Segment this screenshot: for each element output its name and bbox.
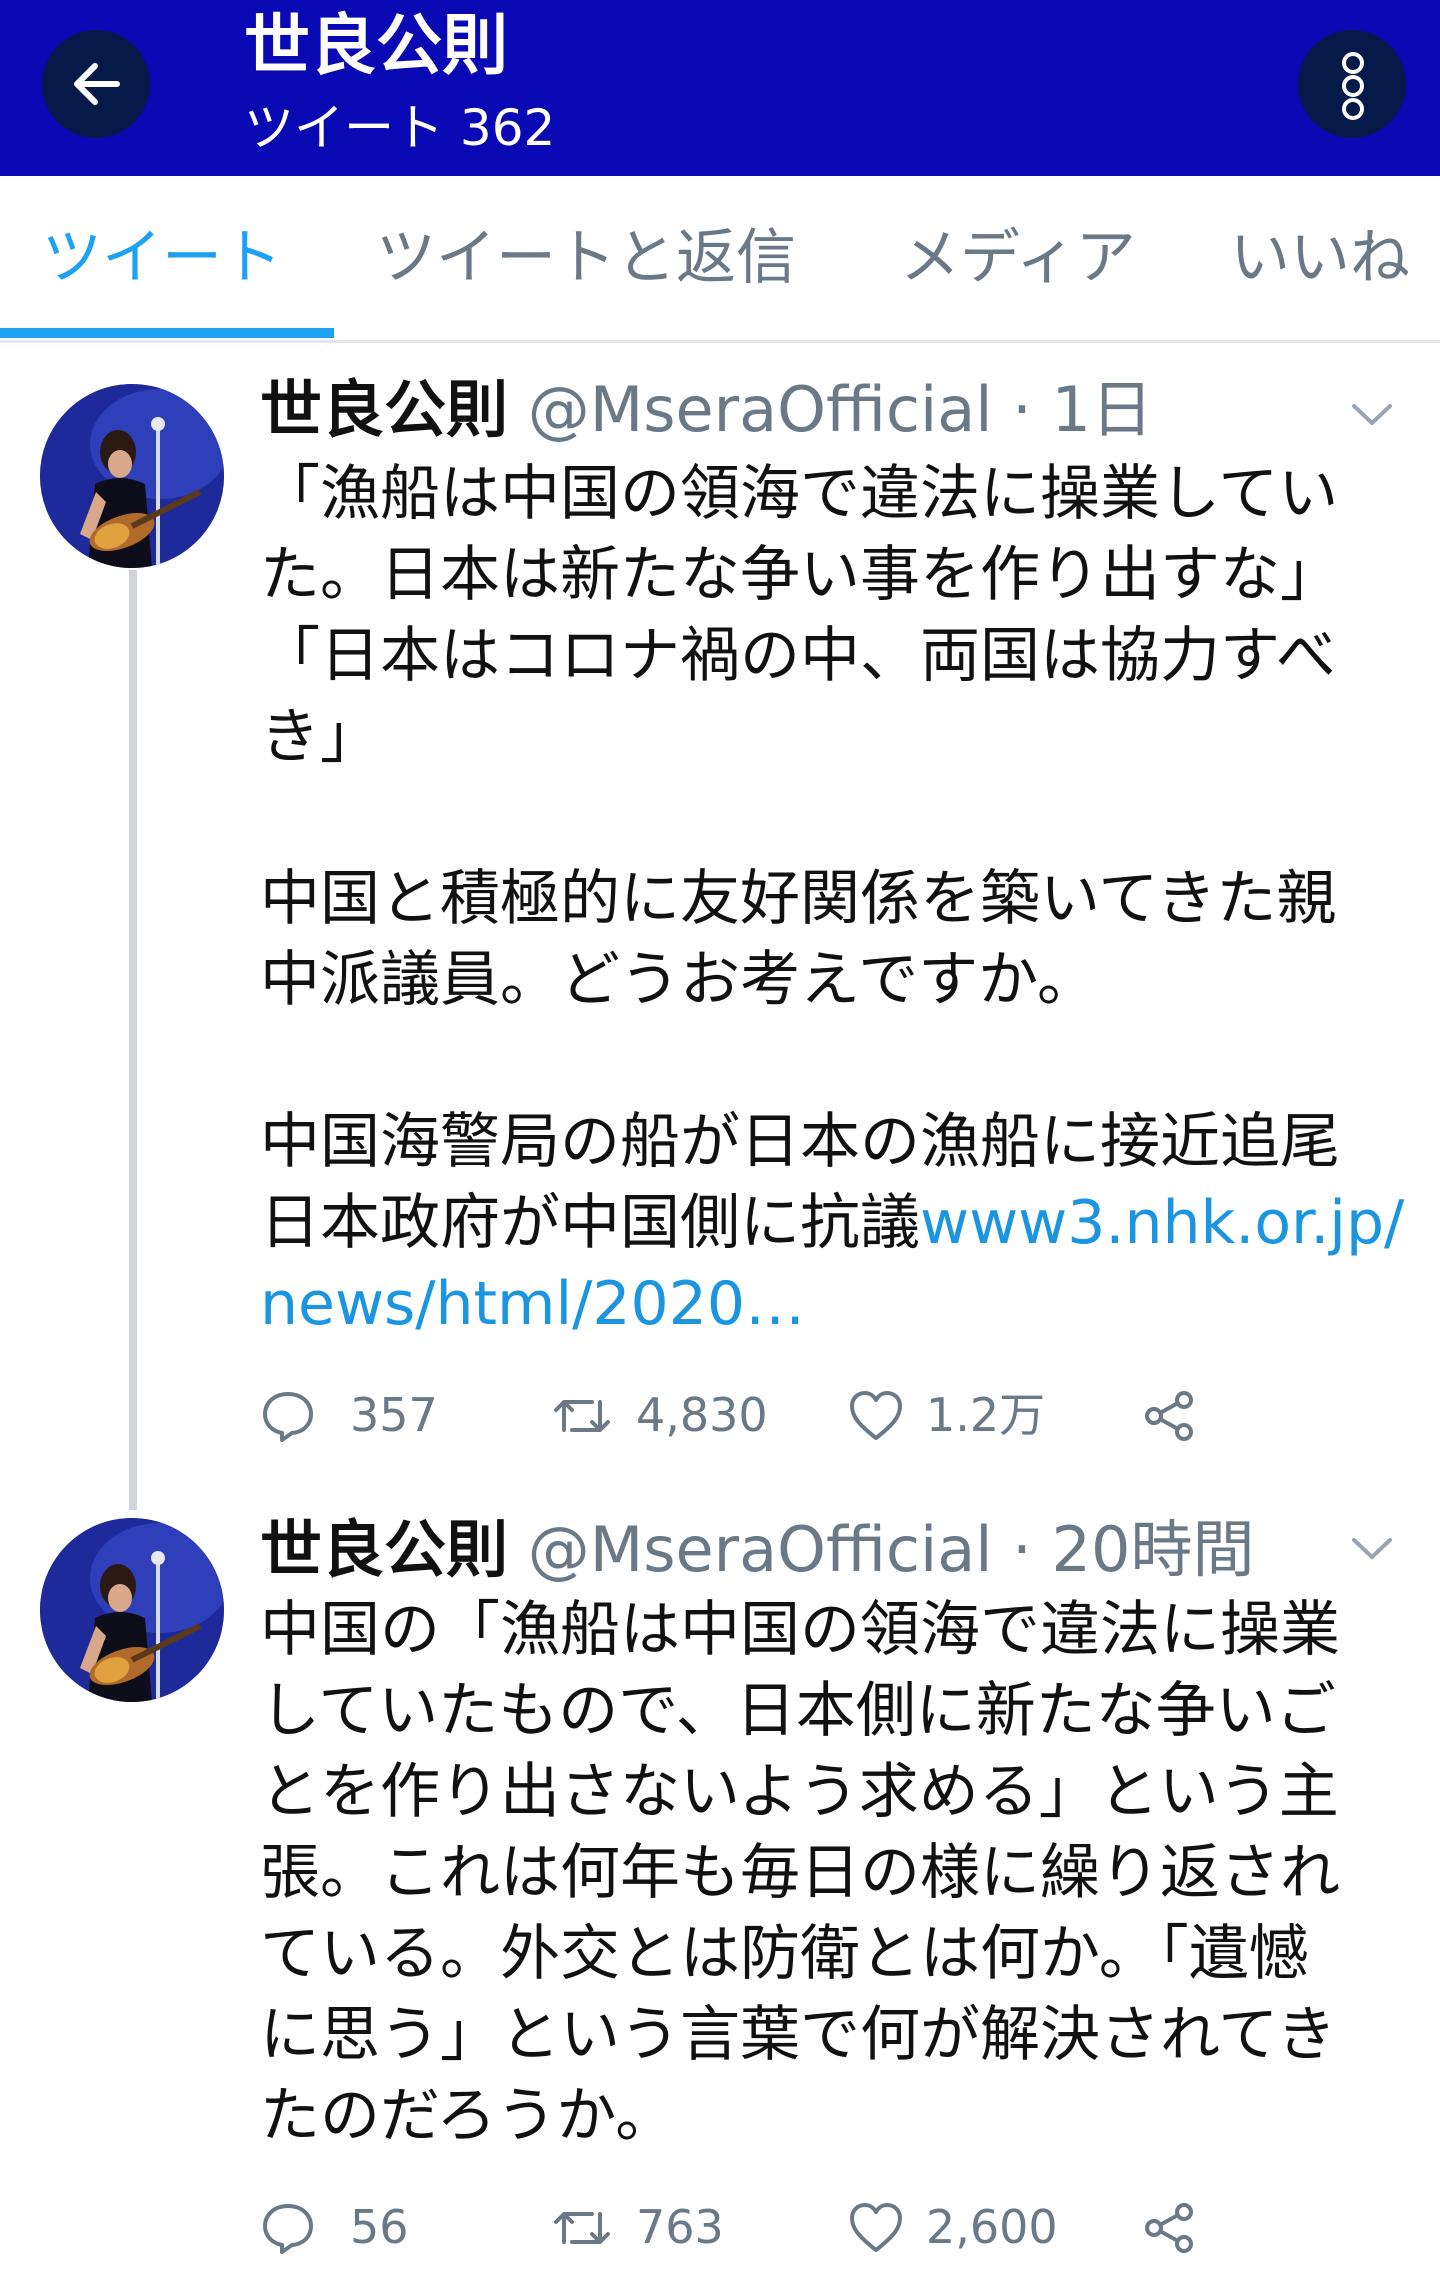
tweet-actions: 357 4,830 1.2万	[260, 1380, 1260, 1450]
tweet-line-with-link: 日本政府が中国側に抗議www3.nhk.or.jp/	[260, 1183, 1410, 1264]
chevron-down-icon[interactable]	[1350, 1536, 1394, 1562]
tweet-header: 世良公則 @MseraOfficial · 1日	[260, 370, 1153, 450]
author-name[interactable]: 世良公則	[260, 373, 508, 446]
more-vertical-icon	[1342, 52, 1364, 74]
reply-icon	[263, 1392, 313, 1442]
tab-likes[interactable]: いいね	[1230, 216, 1410, 300]
reply-count: 56	[350, 2200, 409, 2254]
tweet-line: き」	[260, 702, 380, 772]
reply-icon	[263, 2204, 313, 2254]
tweet-line: していたもので、日本側に新たな争いご	[260, 1676, 1336, 1746]
arrow-left-icon	[74, 63, 120, 105]
chevron-down-icon[interactable]	[1350, 402, 1394, 428]
avatar-image	[40, 1518, 224, 1702]
news-link-continued[interactable]: news/html/2020…	[260, 1269, 805, 1339]
tab-media[interactable]: メディア	[900, 216, 1136, 300]
tweet-blank-line	[260, 1021, 1410, 1102]
profile-tabs: ツイート ツイートと返信 メディア いいね	[0, 176, 1440, 343]
share-button[interactable]	[1142, 1380, 1202, 1450]
like-button[interactable]: 2,600	[848, 2192, 1058, 2262]
share-icon	[1145, 2203, 1193, 2253]
author-name[interactable]: 世良公則	[260, 1513, 508, 1586]
reply-count: 357	[350, 1388, 438, 1442]
author-handle-time: @MseraOfficial · 20時間	[527, 1513, 1255, 1586]
like-count: 1.2万	[926, 1388, 1046, 1442]
news-link[interactable]: www3.nhk.or.jp/	[920, 1188, 1404, 1258]
tab-tweets[interactable]: ツイート	[42, 216, 282, 300]
like-button[interactable]: 1.2万	[848, 1380, 1048, 1450]
share-button[interactable]	[1142, 2192, 1202, 2262]
share-icon	[1145, 1391, 1193, 1441]
tweet-line: 中国の「漁船は中国の領海で違法に操業	[260, 1595, 1340, 1665]
more-vertical-icon-dot	[1342, 75, 1364, 97]
author-handle-time: @MseraOfficial · 1日	[527, 373, 1154, 446]
tweet-line: たのだろうか。	[260, 2081, 676, 2151]
tweet-line: 「漁船は中国の領海で違法に操業してい	[260, 459, 1339, 529]
profile-title: 世良公則	[244, 7, 508, 84]
tweet-line: 「日本はコロナ禍の中、両国は協力すべ	[260, 621, 1336, 691]
tweet-line: 中派議員。どうお考えですか。	[260, 945, 1097, 1015]
reply-button[interactable]: 357	[260, 1380, 438, 1450]
tweet-1[interactable]: 世良公則 @MseraOfficial · 1日 「漁船は中国の領海で違法に操業…	[0, 340, 1440, 1510]
more-options-button[interactable]	[1298, 30, 1406, 138]
active-tab-indicator	[0, 328, 334, 338]
tweet-line: ている。外交とは防衛とは何か。「遺憾	[260, 1919, 1309, 1989]
tweet-text: 中国の「漁船は中国の領海で違法に操業 していたもので、日本側に新たな争いご とを…	[260, 1590, 1410, 2157]
tweet-actions: 56 763 2,600	[260, 2192, 1260, 2262]
tweet-line: に思う」という言葉で何が解決されてき	[260, 2000, 1337, 2070]
tweet-line: とを作り出さないよう求める」という主	[260, 1757, 1339, 1827]
reply-button[interactable]: 56	[260, 2192, 430, 2262]
tweet-line: 日本政府が中国側に抗議	[260, 1188, 920, 1258]
like-count: 2,600	[926, 2200, 1058, 2254]
tweet-text: 「漁船は中国の領海で違法に操業してい た。日本は新たな争い事を作り出すな」 「日…	[260, 454, 1410, 1345]
avatar-image	[40, 384, 224, 568]
tweet-line: 中国海警局の船が日本の漁船に接近追尾	[260, 1107, 1340, 1177]
tweet-header: 世良公則 @MseraOfficial · 20時間	[260, 1510, 1254, 1590]
tweet-line: た。日本は新たな争い事を作り出すな」	[260, 540, 1340, 610]
heart-icon	[850, 1391, 902, 1440]
tweet-count: ツイート 362	[244, 99, 556, 157]
retweet-icon	[554, 1400, 610, 1432]
avatar[interactable]	[40, 384, 224, 568]
retweet-icon	[554, 2212, 610, 2244]
tweet-2[interactable]: 世良公則 @MseraOfficial · 20時間 中国の「漁船は中国の領海で…	[0, 1480, 1440, 2269]
more-vertical-icon-dot	[1342, 98, 1364, 120]
app-header: 世良公則 ツイート 362	[0, 0, 1440, 176]
tweet-line: 中国と積極的に友好関係を築いてきた親	[260, 864, 1337, 934]
thread-connector	[129, 570, 137, 1510]
tab-tweets-and-replies[interactable]: ツイートと返信	[376, 216, 796, 300]
avatar[interactable]	[40, 1518, 224, 1702]
retweet-count: 763	[636, 2200, 724, 2254]
tweet-line: 張。これは何年も毎日の様に繰り返され	[260, 1838, 1340, 1908]
heart-icon	[850, 2203, 902, 2252]
back-button[interactable]	[42, 30, 150, 138]
retweet-count: 4,830	[636, 1388, 768, 1442]
tweet-blank-line	[260, 778, 1410, 859]
retweet-button[interactable]: 763	[552, 2192, 772, 2262]
retweet-button[interactable]: 4,830	[552, 1380, 772, 1450]
